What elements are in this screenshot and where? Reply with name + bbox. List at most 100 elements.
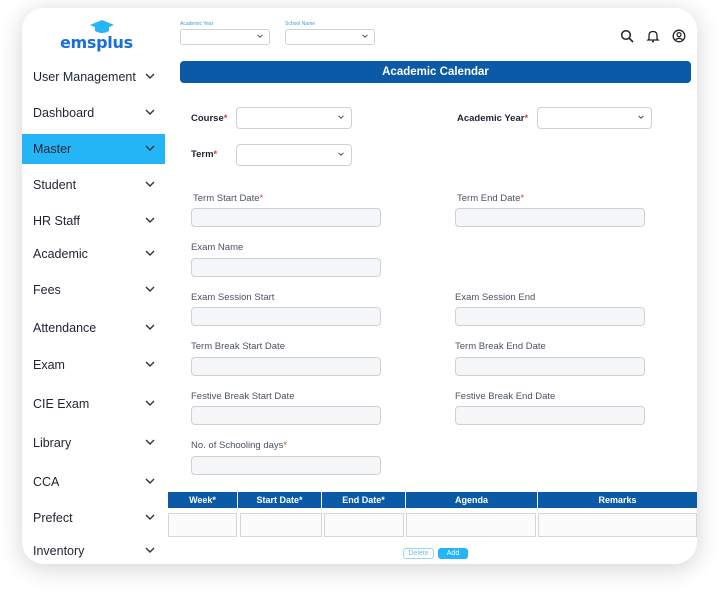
sidebar-item-cca[interactable]: CCA <box>22 467 165 497</box>
exam-session-start-input[interactable] <box>191 307 381 326</box>
chevron-down-icon <box>338 152 344 156</box>
sidebar-item-attendance[interactable]: Attendance <box>22 313 165 343</box>
required-mark: * <box>213 149 218 160</box>
exam-name-input[interactable] <box>191 258 381 277</box>
sidebar-item-student[interactable]: Student <box>22 170 165 200</box>
chevron-down-icon <box>145 361 155 367</box>
sidebar-item-label: Attendance <box>33 321 97 335</box>
sidebar-item-label: Master <box>33 142 72 156</box>
sidebar-item-inventory[interactable]: Inventory <box>22 536 165 564</box>
calendar-table-header: Week* Start Date* End Date* Agenda Remar… <box>168 492 697 508</box>
remarks-cell-input[interactable] <box>538 513 697 537</box>
sidebar-item-label: Inventory <box>33 544 85 558</box>
search-icon[interactable] <box>620 29 634 43</box>
sidebar-item-user-management[interactable]: User Management <box>22 62 165 92</box>
exam-session-end-input[interactable] <box>455 307 645 326</box>
sidebar-item-dashboard[interactable]: Dashboard <box>22 98 165 128</box>
week-cell-input[interactable] <box>168 513 237 537</box>
sidebar-item-label: Fees <box>33 283 61 297</box>
exam-session-start-label: Exam Session Start <box>191 292 275 303</box>
chevron-down-icon <box>145 217 155 223</box>
sidebar-item-label: HR Staff <box>33 214 81 228</box>
required-mark: * <box>223 113 228 124</box>
term-end-date-label: Term End Date* <box>457 193 525 204</box>
academic-year-label: Academic Year* <box>457 113 529 124</box>
end-date-cell-input[interactable] <box>324 513 404 537</box>
term-label: Term* <box>191 149 218 160</box>
chevron-down-icon <box>145 109 155 115</box>
exam-session-end-label: Exam Session End <box>455 292 536 303</box>
chevron-down-icon <box>145 547 155 553</box>
sidebar-item-library[interactable]: Library <box>22 428 165 458</box>
term-start-date-label: Term Start Date* <box>193 193 264 204</box>
term-break-start-input[interactable] <box>191 357 381 376</box>
schooling-days-input[interactable] <box>191 456 381 475</box>
term-start-date-input[interactable] <box>191 208 381 227</box>
chevron-down-icon <box>257 34 263 38</box>
sidebar-item-label: Exam <box>33 358 65 372</box>
logo: emsplus <box>60 20 133 52</box>
sidebar-item-label: User Management <box>33 70 136 84</box>
school-name-top-label: School Name <box>285 21 316 27</box>
term-select[interactable] <box>236 144 352 166</box>
course-label: Course* <box>191 113 228 124</box>
sidebar-item-academic[interactable]: Academic <box>22 239 165 269</box>
chevron-down-icon <box>362 34 368 38</box>
page-title: Academic Calendar <box>180 61 691 83</box>
sidebar-item-master[interactable]: Master <box>22 134 165 164</box>
sidebar-item-exam[interactable]: Exam <box>22 350 165 380</box>
sidebar-item-label: CCA <box>33 475 60 489</box>
academic-year-top-select[interactable] <box>180 29 270 45</box>
chevron-down-icon <box>145 73 155 79</box>
required-mark: * <box>520 193 525 204</box>
delete-button[interactable]: Delete <box>403 548 434 559</box>
chevron-down-icon <box>145 145 155 151</box>
sidebar-item-fees[interactable]: Fees <box>22 275 165 305</box>
column-header-remarks: Remarks <box>598 495 637 505</box>
chevron-down-icon <box>145 250 155 256</box>
sidebar-item-label: Prefect <box>33 511 73 525</box>
chevron-down-icon <box>145 478 155 484</box>
festive-break-start-label: Festive Break Start Date <box>191 391 295 402</box>
academic-year-select[interactable] <box>537 107 652 129</box>
exam-name-label: Exam Name <box>191 242 244 253</box>
column-header-week: Week* <box>168 492 238 508</box>
sidebar-item-label: CIE Exam <box>33 397 90 411</box>
column-header-agenda: Agenda <box>406 492 538 508</box>
add-button[interactable]: Add <box>438 548 468 559</box>
chevron-down-icon <box>145 324 155 330</box>
festive-break-end-input[interactable] <box>455 406 645 425</box>
chevron-down-icon <box>145 439 155 445</box>
bell-icon[interactable] <box>646 29 660 43</box>
academic-year-top-label: Academic Year <box>180 21 214 27</box>
column-header-start-date: Start Date* <box>238 492 322 508</box>
sidebar-item-prefect[interactable]: Prefect <box>22 503 165 533</box>
sidebar-item-hr-staff[interactable]: HR Staff <box>22 206 165 236</box>
required-mark: * <box>524 113 529 124</box>
chevron-down-icon <box>145 181 155 187</box>
graduation-cap-icon <box>90 20 114 33</box>
user-account-icon[interactable] <box>672 29 686 43</box>
sidebar-item-label: Student <box>33 178 77 192</box>
festive-break-start-input[interactable] <box>191 406 381 425</box>
app-window: emsplus User Management Dashboard Master… <box>22 8 697 564</box>
start-date-cell-input[interactable] <box>240 513 322 537</box>
chevron-down-icon <box>145 286 155 292</box>
festive-break-end-label: Festive Break End Date <box>455 391 556 402</box>
schooling-days-label: No. of Schooling days* <box>191 440 288 451</box>
term-break-end-input[interactable] <box>455 357 645 376</box>
term-end-date-input[interactable] <box>455 208 645 227</box>
sidebar-item-cie-exam[interactable]: CIE Exam <box>22 389 165 419</box>
sidebar-item-label: Dashboard <box>33 106 95 120</box>
school-name-top-select[interactable] <box>285 29 375 45</box>
term-break-start-label: Term Break Start Date <box>191 341 285 352</box>
chevron-down-icon <box>145 400 155 406</box>
sidebar-item-label: Academic <box>33 247 88 261</box>
course-select[interactable] <box>236 107 352 129</box>
column-header-end-date: End Date* <box>322 492 406 508</box>
agenda-cell-input[interactable] <box>406 513 536 537</box>
chevron-down-icon <box>145 514 155 520</box>
logo-text: emsplus <box>60 33 133 52</box>
table-row <box>168 513 697 537</box>
required-mark: * <box>283 440 288 451</box>
